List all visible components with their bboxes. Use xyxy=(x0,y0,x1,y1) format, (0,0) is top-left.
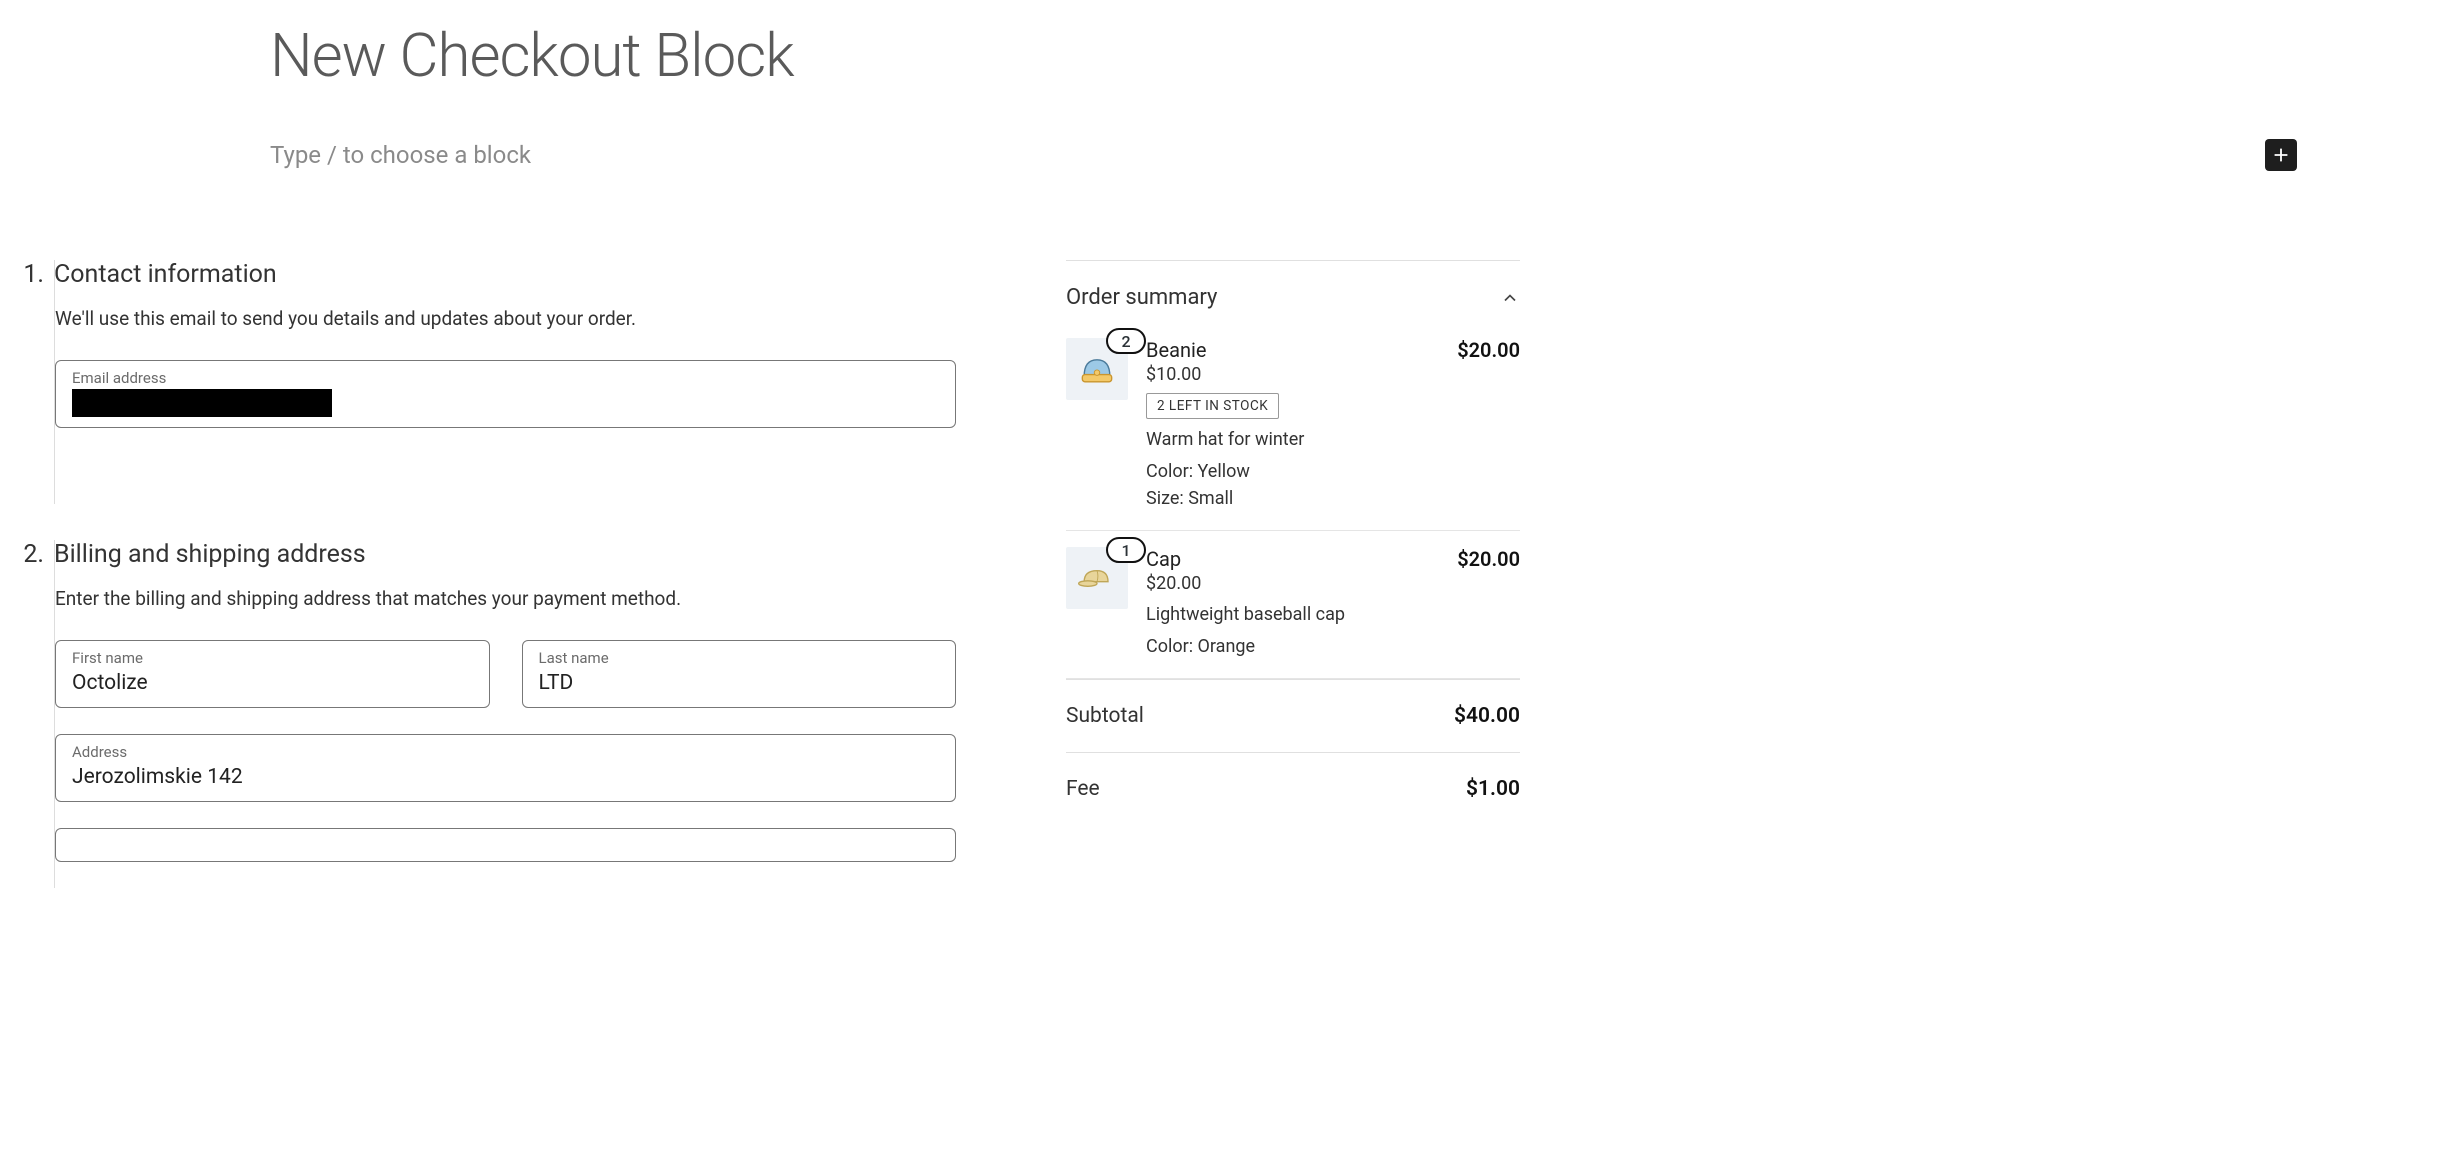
beanie-icon xyxy=(1075,347,1119,391)
add-block-button[interactable] xyxy=(2265,139,2297,171)
block-prompt[interactable]: Type / to choose a block xyxy=(270,141,531,169)
field-label: First name xyxy=(72,649,473,667)
cart-item: 2 Beanie $20.00 $10.00 xyxy=(1066,322,1520,531)
chevron-up-icon xyxy=(1500,288,1520,308)
email-value[interactable] xyxy=(72,389,332,417)
fee-row: Fee $1.00 xyxy=(1066,753,1520,825)
stock-badge: 2 LEFT IN STOCK xyxy=(1146,393,1279,419)
step-number: 1. xyxy=(16,260,54,289)
qty-badge: 1 xyxy=(1106,537,1146,563)
address-field[interactable]: Address Jerozolimskie 142 xyxy=(55,734,956,802)
item-desc: Warm hat for winter xyxy=(1146,429,1520,450)
step-desc: Enter the billing and shipping address t… xyxy=(55,587,956,610)
item-total: $20.00 xyxy=(1457,547,1520,571)
last-name-field[interactable]: Last name LTD xyxy=(522,640,957,708)
step-desc: We'll use this email to send you details… xyxy=(55,307,956,330)
item-attr: Color: Yellow xyxy=(1146,458,1520,485)
subtotal-row: Subtotal $40.00 xyxy=(1066,680,1520,753)
item-attr: Color: Orange xyxy=(1146,633,1520,660)
item-name: Beanie xyxy=(1146,338,1206,362)
order-summary-title: Order summary xyxy=(1066,285,1217,310)
cart-item: 1 Cap $20.00 $20.00 Lig xyxy=(1066,531,1520,679)
email-field[interactable]: Email address xyxy=(55,360,956,428)
item-unit-price: $20.00 xyxy=(1146,573,1520,594)
item-unit-price: $10.00 xyxy=(1146,364,1520,385)
order-summary-toggle[interactable]: Order summary xyxy=(1066,261,1520,322)
step-heading-contact: Contact information xyxy=(54,260,956,289)
qty-badge: 2 xyxy=(1106,328,1146,354)
next-field[interactable] xyxy=(55,828,956,862)
first-name-value[interactable]: Octolize xyxy=(72,669,473,697)
item-name: Cap xyxy=(1146,547,1181,571)
fee-value: $1.00 xyxy=(1466,777,1520,801)
subtotal-value: $40.00 xyxy=(1454,704,1520,728)
last-name-value[interactable]: LTD xyxy=(539,669,940,697)
subtotal-label: Subtotal xyxy=(1066,704,1144,728)
fee-label: Fee xyxy=(1066,777,1100,801)
first-name-field[interactable]: First name Octolize xyxy=(55,640,490,708)
order-summary: Order summary 2 Beanie xyxy=(1066,260,1520,924)
item-attr: Size: Small xyxy=(1146,485,1520,512)
plus-icon xyxy=(2270,144,2292,166)
step-number: 2. xyxy=(16,540,54,569)
field-label: Address xyxy=(72,743,939,761)
field-label: Last name xyxy=(539,649,940,667)
address-value[interactable]: Jerozolimskie 142 xyxy=(72,763,939,791)
cap-icon xyxy=(1075,556,1119,600)
item-total: $20.00 xyxy=(1457,338,1520,362)
step-heading-billing: Billing and shipping address xyxy=(54,540,956,569)
page-title: New Checkout Block xyxy=(270,20,2305,91)
checkout-form: 1. Contact information We'll use this em… xyxy=(16,260,956,924)
item-desc: Lightweight baseball cap xyxy=(1146,604,1520,625)
field-label: Email address xyxy=(72,369,939,387)
